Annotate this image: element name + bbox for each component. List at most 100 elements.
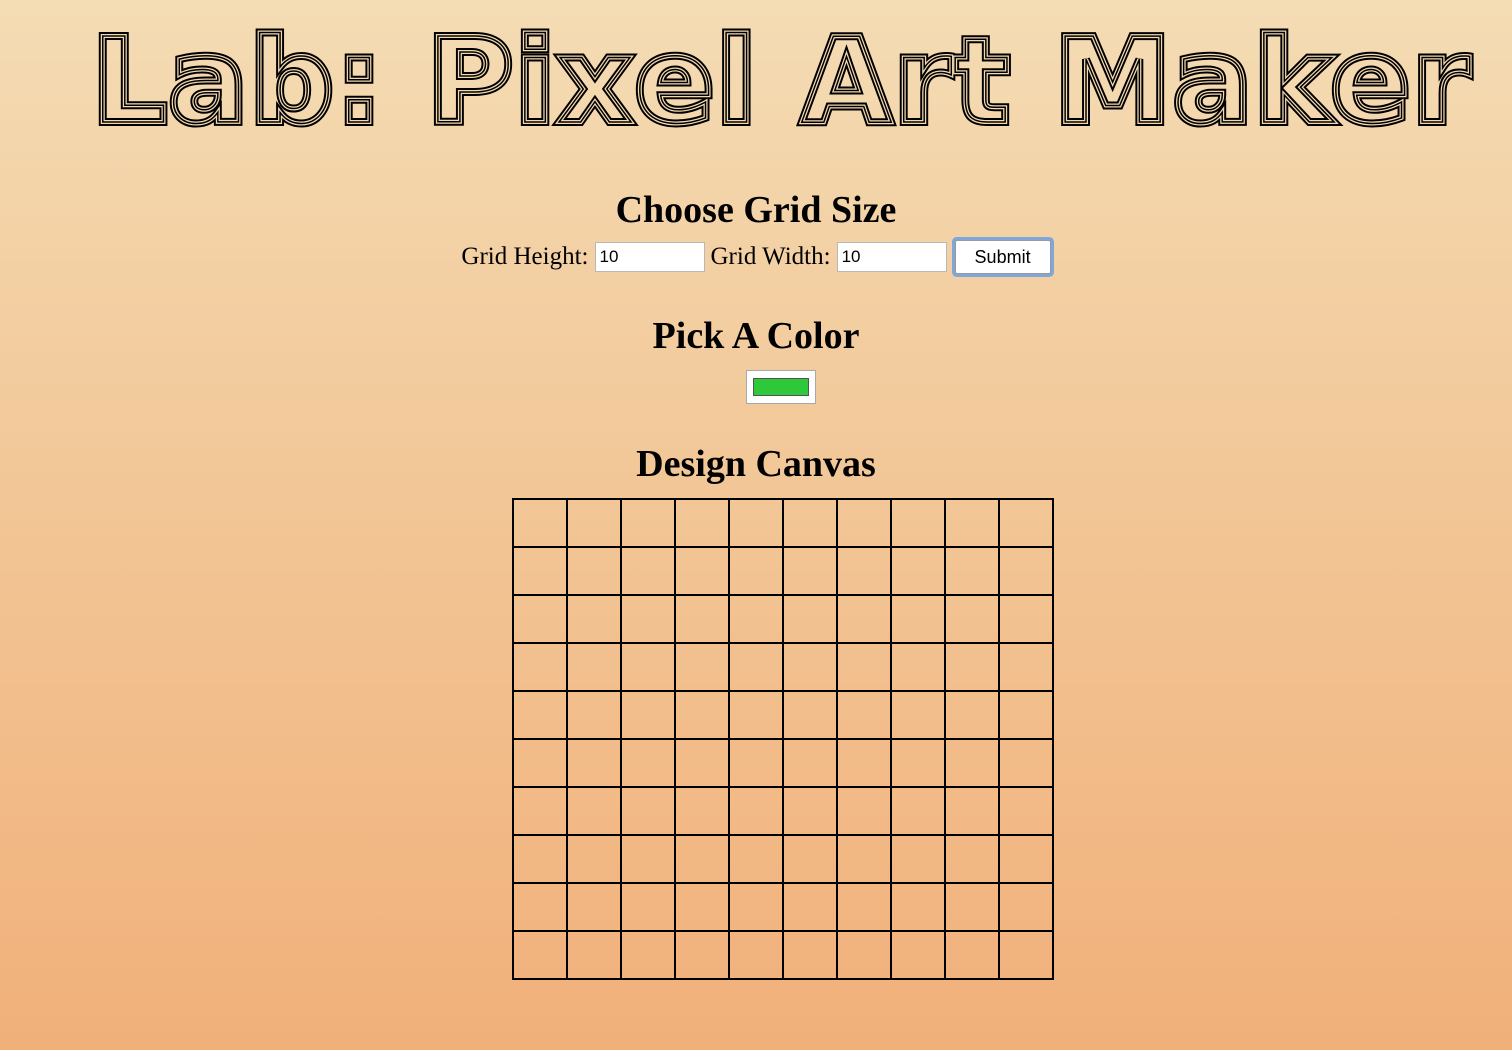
canvas-cell[interactable]: [782, 738, 838, 788]
canvas-cell[interactable]: [620, 642, 676, 692]
canvas-cell[interactable]: [566, 738, 622, 788]
canvas-cell[interactable]: [998, 546, 1054, 596]
canvas-cell[interactable]: [566, 930, 622, 980]
canvas-cell[interactable]: [890, 786, 946, 836]
canvas-cell[interactable]: [728, 594, 784, 644]
canvas-cell[interactable]: [566, 642, 622, 692]
canvas-cell[interactable]: [512, 642, 568, 692]
canvas-cell[interactable]: [728, 642, 784, 692]
grid-width-input[interactable]: [836, 242, 947, 272]
canvas-cell[interactable]: [728, 834, 784, 884]
canvas-cell[interactable]: [512, 690, 568, 740]
canvas-cell[interactable]: [944, 594, 1000, 644]
canvas-cell[interactable]: [620, 690, 676, 740]
canvas-cell[interactable]: [620, 834, 676, 884]
canvas-cell[interactable]: [674, 690, 730, 740]
canvas-cell[interactable]: [674, 594, 730, 644]
canvas-cell[interactable]: [674, 546, 730, 596]
canvas-cell[interactable]: [944, 786, 1000, 836]
canvas-cell[interactable]: [728, 786, 784, 836]
canvas-cell[interactable]: [566, 498, 622, 548]
canvas-cell[interactable]: [998, 642, 1054, 692]
canvas-cell[interactable]: [998, 786, 1054, 836]
canvas-cell[interactable]: [512, 738, 568, 788]
canvas-cell[interactable]: [782, 546, 838, 596]
canvas-cell[interactable]: [944, 642, 1000, 692]
canvas-cell[interactable]: [998, 834, 1054, 884]
canvas-cell[interactable]: [998, 594, 1054, 644]
canvas-cell[interactable]: [998, 738, 1054, 788]
canvas-cell[interactable]: [566, 882, 622, 932]
canvas-cell[interactable]: [566, 594, 622, 644]
canvas-cell[interactable]: [890, 738, 946, 788]
canvas-cell[interactable]: [620, 738, 676, 788]
canvas-cell[interactable]: [944, 930, 1000, 980]
canvas-cell[interactable]: [998, 882, 1054, 932]
canvas-cell[interactable]: [512, 882, 568, 932]
canvas-cell[interactable]: [782, 834, 838, 884]
canvas-cell[interactable]: [890, 498, 946, 548]
canvas-cell[interactable]: [944, 498, 1000, 548]
canvas-cell[interactable]: [890, 930, 946, 980]
canvas-cell[interactable]: [728, 882, 784, 932]
canvas-cell[interactable]: [998, 498, 1054, 548]
canvas-cell[interactable]: [674, 930, 730, 980]
canvas-cell[interactable]: [566, 786, 622, 836]
canvas-cell[interactable]: [512, 834, 568, 884]
canvas-cell[interactable]: [674, 498, 730, 548]
canvas-cell[interactable]: [782, 498, 838, 548]
canvas-cell[interactable]: [674, 786, 730, 836]
canvas-cell[interactable]: [998, 690, 1054, 740]
canvas-cell[interactable]: [566, 834, 622, 884]
canvas-cell[interactable]: [566, 546, 622, 596]
canvas-cell[interactable]: [782, 642, 838, 692]
canvas-cell[interactable]: [944, 882, 1000, 932]
submit-button[interactable]: Submit: [954, 240, 1051, 274]
canvas-cell[interactable]: [782, 882, 838, 932]
canvas-cell[interactable]: [674, 738, 730, 788]
canvas-cell[interactable]: [728, 690, 784, 740]
canvas-cell[interactable]: [620, 786, 676, 836]
canvas-cell[interactable]: [836, 498, 892, 548]
canvas-cell[interactable]: [890, 690, 946, 740]
canvas-cell[interactable]: [890, 594, 946, 644]
canvas-cell[interactable]: [836, 930, 892, 980]
canvas-cell[interactable]: [728, 498, 784, 548]
color-picker[interactable]: [746, 370, 816, 404]
canvas-cell[interactable]: [836, 738, 892, 788]
canvas-cell[interactable]: [620, 882, 676, 932]
canvas-cell[interactable]: [944, 690, 1000, 740]
canvas-cell[interactable]: [620, 594, 676, 644]
canvas-cell[interactable]: [890, 546, 946, 596]
canvas-cell[interactable]: [836, 642, 892, 692]
canvas-cell[interactable]: [620, 498, 676, 548]
canvas-cell[interactable]: [512, 786, 568, 836]
canvas-cell[interactable]: [782, 690, 838, 740]
canvas-cell[interactable]: [512, 930, 568, 980]
canvas-cell[interactable]: [782, 594, 838, 644]
canvas-cell[interactable]: [620, 930, 676, 980]
canvas-cell[interactable]: [782, 786, 838, 836]
canvas-cell[interactable]: [512, 546, 568, 596]
canvas-cell[interactable]: [836, 594, 892, 644]
canvas-cell[interactable]: [674, 834, 730, 884]
canvas-cell[interactable]: [944, 546, 1000, 596]
canvas-cell[interactable]: [836, 546, 892, 596]
canvas-cell[interactable]: [998, 930, 1054, 980]
canvas-cell[interactable]: [782, 930, 838, 980]
canvas-cell[interactable]: [836, 882, 892, 932]
canvas-cell[interactable]: [890, 834, 946, 884]
canvas-cell[interactable]: [836, 834, 892, 884]
canvas-cell[interactable]: [566, 690, 622, 740]
canvas-cell[interactable]: [944, 738, 1000, 788]
canvas-cell[interactable]: [890, 642, 946, 692]
canvas-cell[interactable]: [512, 594, 568, 644]
canvas-cell[interactable]: [728, 546, 784, 596]
canvas-cell[interactable]: [620, 546, 676, 596]
canvas-cell[interactable]: [674, 642, 730, 692]
canvas-cell[interactable]: [836, 786, 892, 836]
grid-height-input[interactable]: [594, 242, 705, 272]
canvas-cell[interactable]: [728, 738, 784, 788]
canvas-cell[interactable]: [944, 834, 1000, 884]
canvas-cell[interactable]: [836, 690, 892, 740]
